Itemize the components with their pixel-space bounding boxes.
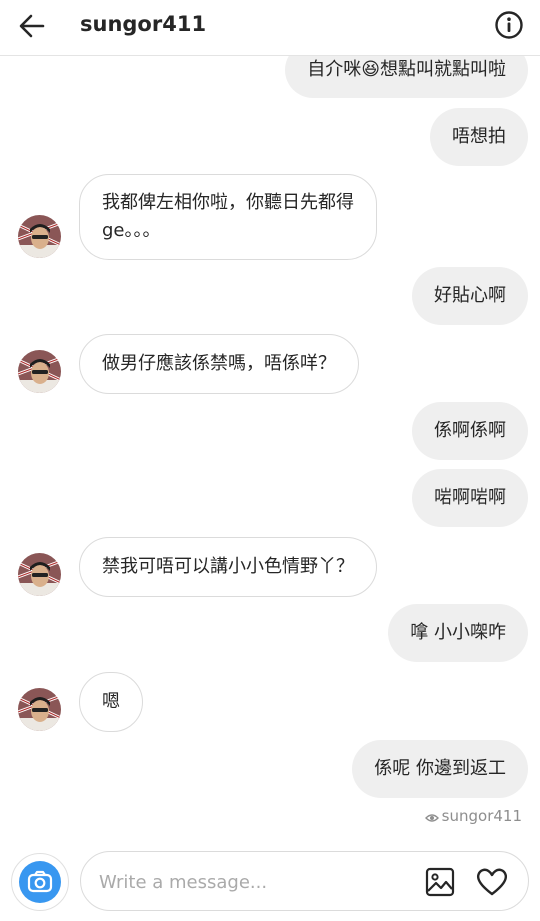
message-bubble-outgoing[interactable]: 嗱 小小㗎咋 — [388, 604, 528, 662]
avatar-image — [18, 688, 61, 731]
message-text: 自介咪😆想點叫就點叫啦 — [307, 59, 506, 80]
message-input-wrapper — [80, 851, 529, 911]
seen-indicator: sungor411 — [424, 807, 522, 825]
message-text: 啱啊啱啊 — [434, 487, 506, 508]
message-bubble-incoming[interactable]: 做男仔應該係禁嗎，唔係咩？ — [79, 334, 359, 394]
chat-header: sungor411 — [0, 0, 540, 56]
avatar-image — [18, 350, 61, 393]
message-text: 好貼心啊 — [434, 285, 506, 306]
avatar[interactable] — [18, 553, 61, 596]
message-text-line: 我都俾左相你啦，你聽日先都得 — [102, 192, 354, 213]
message-bubble-outgoing[interactable]: 啱啊啱啊 — [412, 469, 528, 527]
message-text: 係呢 你邊到返工 — [374, 758, 506, 779]
message-text: 做男仔應該係禁嗎，唔係咩？ — [102, 353, 336, 374]
chat-username[interactable]: sungor411 — [80, 12, 206, 36]
avatar[interactable] — [18, 215, 61, 258]
camera-icon — [27, 870, 53, 893]
message-text: 禁我可唔可以講小小色情野丫？ — [102, 556, 354, 577]
message-text: 係啊係啊 — [434, 420, 506, 441]
message-bubble-outgoing[interactable]: 係呢 你邊到返工 — [352, 740, 528, 798]
avatar[interactable] — [18, 350, 61, 393]
avatar[interactable] — [18, 688, 61, 731]
message-text: 嗯 — [102, 691, 120, 712]
message-bubble-outgoing[interactable]: 係啊係啊 — [412, 402, 528, 460]
seen-label: sungor411 — [441, 807, 522, 825]
message-input[interactable] — [99, 868, 399, 896]
message-bubble-outgoing[interactable]: 好貼心啊 — [412, 267, 528, 325]
message-text: 嗱 小小㗎咋 — [410, 622, 506, 643]
camera-button[interactable] — [11, 853, 69, 911]
message-bubble-incoming[interactable]: 嗯 — [79, 672, 143, 732]
info-button[interactable] — [494, 10, 524, 40]
back-button[interactable] — [14, 8, 50, 44]
arrow-left-icon — [19, 14, 45, 38]
gallery-button[interactable] — [424, 866, 456, 898]
heart-button[interactable] — [475, 865, 509, 899]
message-bubble-incoming[interactable]: 禁我可唔可以講小小色情野丫？ — [79, 537, 377, 597]
avatar-image — [18, 553, 61, 596]
message-bubble-outgoing[interactable]: 唔想拍 — [430, 108, 528, 166]
heart-icon — [476, 868, 508, 896]
gallery-icon — [425, 867, 455, 897]
camera-button-fill — [19, 861, 61, 903]
avatar-image — [18, 215, 61, 258]
message-text: 唔想拍 — [452, 126, 506, 147]
eye-icon — [424, 814, 439, 822]
message-bubble-incoming[interactable]: 我都俾左相你啦，你聽日先都得 ge。。。 — [79, 174, 377, 260]
message-text-line: ge。。。 — [102, 220, 161, 241]
info-icon — [495, 11, 523, 39]
